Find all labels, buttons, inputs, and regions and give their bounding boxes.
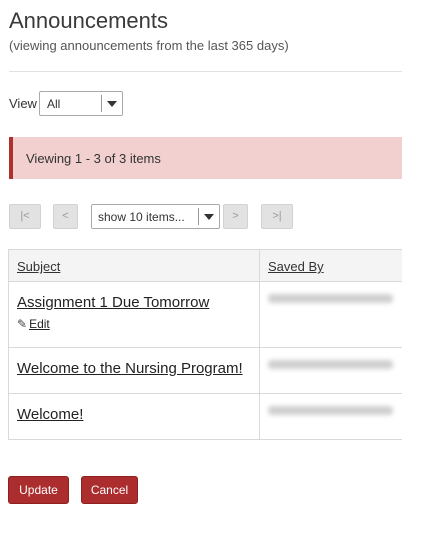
announcement-link[interactable]: Welcome to the Nursing Program!: [17, 360, 243, 377]
redacted-text: [268, 360, 393, 369]
saved-by-cell: [259, 347, 402, 394]
subject-cell: Assignment 1 Due Tomorrow ✎ Edit: [8, 281, 260, 348]
saved-by-cell: [259, 393, 402, 440]
chevron-down-icon: [204, 214, 214, 220]
page-size-value: show 10 items...: [98, 210, 185, 224]
edit-link-wrapper[interactable]: ✎ Edit: [17, 317, 259, 331]
next-page-button[interactable]: >: [223, 204, 248, 229]
announcements-table: Subject Saved By Assignment 1 Due Tomorr…: [8, 249, 402, 440]
first-page-button[interactable]: |<: [9, 204, 41, 229]
items-notice: Viewing 1 - 3 of 3 items: [9, 137, 402, 179]
cancel-button[interactable]: Cancel: [81, 476, 138, 504]
redacted-text: [268, 294, 393, 303]
divider: [9, 71, 402, 72]
table-header-row: Subject Saved By: [8, 249, 402, 282]
pencil-icon: ✎: [17, 317, 28, 331]
saved-by-cell: [259, 281, 402, 348]
select-separator: [101, 95, 102, 112]
column-header-saved-by[interactable]: Saved By: [259, 249, 402, 282]
select-separator: [198, 208, 199, 225]
announcement-link[interactable]: Assignment 1 Due Tomorrow: [17, 294, 209, 311]
subject-cell: Welcome!: [8, 393, 260, 440]
edit-link[interactable]: Edit: [29, 317, 50, 331]
subject-cell: Welcome to the Nursing Program!: [8, 347, 260, 394]
column-header-subject[interactable]: Subject: [8, 249, 260, 282]
announcement-link[interactable]: Welcome!: [17, 406, 83, 423]
notice-text: Viewing 1 - 3 of 3 items: [26, 151, 161, 166]
page-title: Announcements: [9, 8, 168, 33]
table-row: Welcome to the Nursing Program!: [8, 347, 402, 394]
chevron-down-icon: [107, 101, 117, 107]
page-size-select[interactable]: show 10 items...: [91, 204, 220, 229]
view-select-value: All: [47, 97, 61, 111]
update-button[interactable]: Update: [8, 476, 69, 504]
view-select[interactable]: All: [39, 91, 123, 116]
previous-page-button[interactable]: <: [53, 204, 78, 229]
last-page-button[interactable]: >|: [261, 204, 293, 229]
table-row: Assignment 1 Due Tomorrow ✎ Edit: [8, 281, 402, 348]
table-row: Welcome!: [8, 393, 402, 440]
view-label: View: [9, 96, 37, 111]
redacted-text: [268, 406, 393, 415]
page-subtitle: (viewing announcements from the last 365…: [9, 38, 289, 53]
